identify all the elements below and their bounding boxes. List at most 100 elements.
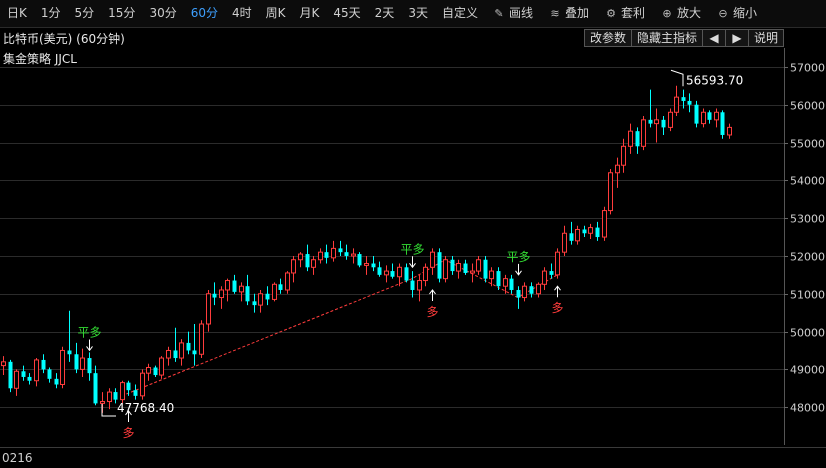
candle-body — [192, 350, 197, 355]
y-tick-label: 53000.0 — [790, 213, 826, 226]
tool-label: 缩小 — [733, 6, 758, 20]
y-tick-label: 50000.0 — [790, 327, 826, 340]
candle-body — [674, 96, 679, 113]
candle-body — [463, 263, 468, 273]
candle-body — [509, 278, 514, 290]
period-monthly-button[interactable]: 月K — [293, 0, 327, 27]
candle-body — [47, 369, 52, 379]
period-2d-button[interactable]: 2天 — [368, 0, 402, 27]
candle-body — [159, 357, 164, 376]
candle-body — [21, 371, 26, 377]
prev-arrow-button[interactable]: ◀ — [701, 29, 726, 47]
arbitrage-icon: ⚙ — [606, 6, 616, 20]
period-3d-button[interactable]: 3天 — [401, 0, 435, 27]
candle-body — [331, 247, 336, 259]
candle-body — [648, 119, 653, 124]
pen-tool-button[interactable]: ✎ 画线 — [485, 0, 541, 27]
tool-label: 套利 — [621, 6, 646, 20]
chart-title: 比特币(美元) (60分钟) — [3, 31, 125, 46]
period-custom-button[interactable]: 自定义 — [435, 0, 485, 27]
candle-body — [371, 263, 376, 268]
pen-icon: ✎ — [494, 6, 504, 20]
candle-body — [569, 233, 574, 241]
long-signal-label: 多 — [426, 305, 438, 319]
candle-body — [179, 342, 184, 359]
candle-body — [54, 378, 59, 385]
period-60min-button[interactable]: 60分 — [184, 0, 225, 27]
chart-header: 比特币(美元) (60分钟) 改参数 隐藏主指标 ◀ ▶ 说明 — [0, 28, 784, 48]
stack-tool-button[interactable]: ≋ 叠加 — [541, 0, 597, 27]
next-arrow-button[interactable]: ▶ — [724, 29, 749, 47]
candle-body — [522, 285, 527, 299]
candle-body — [443, 259, 448, 280]
candle-body — [126, 382, 131, 391]
period-weekly-button[interactable]: 周K — [259, 0, 293, 27]
candle-body — [74, 354, 79, 370]
candle-body — [27, 376, 32, 381]
tool-label: 叠加 — [564, 6, 589, 20]
y-tick-label: 52000.0 — [790, 251, 826, 264]
candle-body — [311, 259, 316, 268]
candle-body — [225, 280, 230, 291]
candle-body — [694, 104, 699, 124]
candle-body — [338, 248, 343, 253]
candle-body — [529, 286, 534, 294]
candle-body — [133, 390, 138, 396]
tool-label: 放大 — [677, 6, 702, 20]
candle-body — [496, 271, 501, 287]
modify-params-button[interactable]: 改参数 — [583, 29, 632, 47]
period-4h-button[interactable]: 4时 — [225, 0, 259, 27]
candle-body — [153, 367, 158, 376]
candle-body — [635, 131, 640, 147]
candle-body — [562, 232, 567, 253]
zoom-in-tool-button[interactable]: ⊕ 放大 — [653, 0, 709, 27]
candle-body — [1, 361, 6, 367]
close-long-signal-label: 平多 — [77, 325, 101, 339]
candle-body — [489, 270, 494, 280]
candle-body — [364, 263, 369, 266]
candle-body — [641, 119, 646, 147]
candle-body — [681, 97, 686, 101]
period-daily-button[interactable]: 日K — [0, 0, 34, 27]
candle-body — [516, 289, 521, 298]
zoom-out-tool-button[interactable]: ⊖ 缩小 — [709, 0, 765, 27]
period-1min-button[interactable]: 1分 — [34, 0, 68, 27]
candle-body — [199, 323, 204, 355]
candle-body — [575, 228, 580, 242]
candle-body — [628, 130, 633, 147]
high-price-label: 56593.70 — [686, 73, 743, 87]
candle-body — [93, 373, 98, 404]
candlestick-chart[interactable]: 57000.0 56000.0 55000.0 54000.0 53000.0 52000… — [0, 48, 826, 447]
candle-body — [318, 251, 323, 261]
period-15min-button[interactable]: 15分 — [101, 0, 142, 27]
candle-body — [34, 359, 39, 382]
candle-body — [707, 112, 712, 120]
candle-body — [450, 259, 455, 272]
bottom-label: 0216 — [2, 451, 33, 465]
arbitrage-tool-button[interactable]: ⚙ 套利 — [597, 0, 653, 27]
candle-body — [278, 284, 283, 290]
candle-body — [410, 280, 415, 290]
period-45d-button[interactable]: 45天 — [326, 0, 367, 27]
period-5min-button[interactable]: 5分 — [68, 0, 102, 27]
period-toolbar: 日K 1分 5分 15分 30分 60分 4时 周K 月K 45天 2天 3天 自定义 ✎ 画线 ≋ 叠加 ⚙ 套利… — [0, 0, 826, 28]
candle-body — [67, 350, 72, 355]
candle-body — [41, 359, 46, 370]
period-30min-button[interactable]: 30分 — [142, 0, 183, 27]
candle-body — [549, 271, 554, 275]
candle-body — [272, 283, 277, 300]
zoom-in-icon: ⊕ — [662, 6, 672, 20]
help-button[interactable]: 说明 — [747, 29, 784, 47]
candle-body — [212, 293, 217, 298]
candle-body — [608, 172, 613, 212]
candle-body — [384, 270, 389, 276]
candle-body — [701, 111, 706, 125]
candle-body — [555, 251, 560, 276]
hide-main-indicator-button[interactable]: 隐藏主指标 — [630, 29, 703, 47]
tool-label: 画线 — [508, 6, 533, 20]
candle-body — [14, 370, 19, 389]
y-tick-label: 56000.0 — [790, 100, 826, 113]
candle-body — [298, 253, 303, 261]
candle-body — [186, 342, 191, 351]
candle-body — [232, 280, 237, 292]
